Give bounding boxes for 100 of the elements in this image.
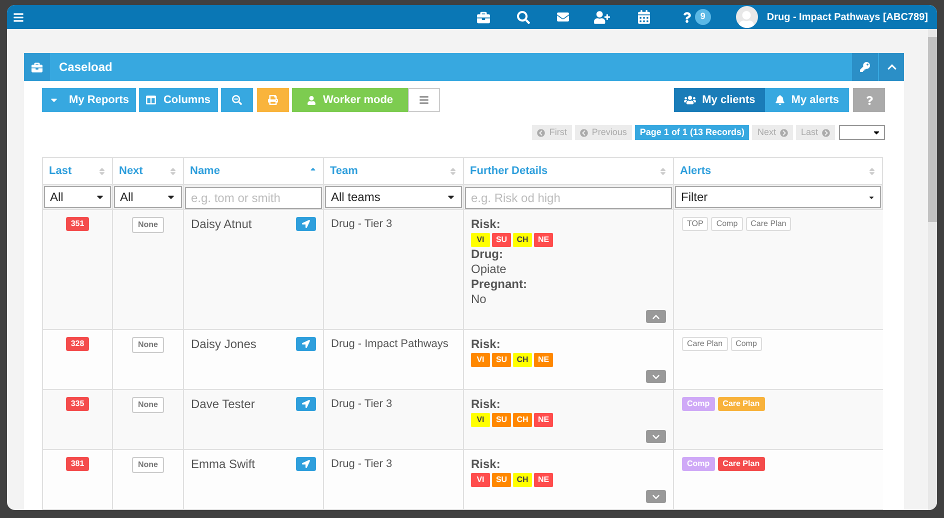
- team-name: Drug - Tier 3: [331, 217, 392, 231]
- team-name: Drug - Tier 3: [331, 457, 392, 471]
- filter-select[interactable]: Filter: [675, 186, 881, 208]
- chevron-down-icon: [652, 492, 660, 500]
- chevron-right-icon: [822, 128, 830, 136]
- filter-select[interactable]: All teams: [325, 186, 462, 208]
- detail-label: Drug:: [471, 247, 504, 262]
- chevron-left-icon: [537, 128, 546, 136]
- detail-value: No: [471, 292, 488, 307]
- days-badge: 335: [66, 397, 90, 411]
- team-name: Drug - Impact Pathways: [331, 337, 448, 351]
- days-badge: 381: [66, 457, 90, 471]
- envelope-icon[interactable]: [556, 11, 570, 23]
- risk-tag: VI: [471, 413, 490, 427]
- view-tab[interactable]: My clients: [674, 88, 766, 112]
- my-reports-button[interactable]: My Reports: [42, 88, 136, 112]
- alert-tag: Care Plan: [682, 337, 728, 351]
- alert-tag: TOP: [682, 217, 708, 231]
- zoom-out-button[interactable]: [221, 88, 253, 112]
- menu-button[interactable]: [408, 88, 440, 112]
- print-button[interactable]: [257, 88, 289, 112]
- expand-button[interactable]: [646, 490, 666, 503]
- chevron-right-icon: [780, 128, 788, 136]
- next-badge: None: [132, 217, 164, 233]
- expand-button[interactable]: [646, 370, 666, 383]
- zoom-out-icon: [232, 95, 242, 105]
- chevron-up-icon: [886, 62, 896, 72]
- help-icon: [866, 96, 872, 104]
- key-button[interactable]: [852, 53, 878, 81]
- caret-icon: [868, 194, 875, 200]
- alert-tag: Care Plan: [718, 457, 765, 471]
- columns-button[interactable]: Columns: [139, 88, 218, 112]
- risk-tag: VI: [471, 233, 490, 247]
- help-button[interactable]: [853, 88, 885, 112]
- search-icon[interactable]: [516, 10, 530, 24]
- expand-button[interactable]: [646, 430, 666, 443]
- briefcase-icon[interactable]: [476, 10, 491, 24]
- risk-label: Risk:: [471, 217, 502, 232]
- view-tab[interactable]: My alerts: [765, 88, 849, 112]
- risk-tag: SU: [492, 413, 511, 427]
- help-count-badge: 9: [694, 9, 711, 25]
- risk-tag: NE: [534, 413, 553, 427]
- risk-tag: SU: [492, 473, 511, 487]
- days-badge: 351: [66, 217, 90, 231]
- risk-tag: NE: [534, 233, 553, 247]
- alert-tag: Care Plan: [746, 217, 792, 231]
- filter-select[interactable]: All: [114, 186, 182, 208]
- help-icon[interactable]: [682, 12, 691, 22]
- panel-title: Caseload: [59, 59, 114, 76]
- menu-icon: [419, 95, 429, 105]
- risk-tag: NE: [534, 353, 553, 367]
- avatar-icon[interactable]: [736, 6, 758, 28]
- risk-tag: NE: [534, 473, 553, 487]
- client-name[interactable]: Dave Tester: [191, 397, 255, 411]
- filter-field[interactable]: e.g. Risk od high: [465, 187, 672, 209]
- risk-tag: VI: [471, 353, 490, 367]
- user-plus-icon[interactable]: [594, 10, 610, 24]
- page-button[interactable]: Page 1 of 1 (13 Records): [634, 125, 750, 140]
- chevron-down-icon: [652, 432, 660, 440]
- filter-field[interactable]: e.g. tom or smith: [185, 187, 322, 209]
- columns-icon: [146, 95, 156, 105]
- days-badge: 328: [66, 337, 90, 351]
- page-size-select[interactable]: [839, 125, 885, 140]
- risk-tag: CH: [513, 353, 532, 367]
- risk-tag: SU: [492, 233, 511, 247]
- risk-tag: CH: [513, 233, 532, 247]
- filter-select[interactable]: All: [44, 186, 111, 208]
- risk-label: Risk:: [471, 337, 502, 352]
- alert-tag: Comp: [682, 457, 715, 471]
- detail-label: Pregnant:: [471, 277, 528, 292]
- briefcase-icon: [31, 62, 43, 72]
- next-badge: None: [132, 457, 164, 473]
- client-name[interactable]: Daisy Jones: [191, 337, 256, 351]
- user-icon: [306, 96, 316, 104]
- chevron-left-icon: [580, 128, 588, 136]
- risk-tag: SU: [492, 353, 511, 367]
- worker-mode-button[interactable]: Worker mode: [292, 88, 408, 112]
- client-name[interactable]: Daisy Atnut: [191, 217, 252, 231]
- alert-tag: Comp: [730, 337, 762, 351]
- next-badge: None: [132, 397, 164, 413]
- client-name[interactable]: Emma Swift: [191, 457, 256, 471]
- users-icon: [684, 95, 696, 105]
- team-name: Drug - Tier 3: [331, 397, 392, 411]
- chevron-down-icon: [652, 372, 660, 380]
- calendar-icon[interactable]: [638, 10, 650, 24]
- risk-tag: CH: [513, 413, 532, 427]
- menu-icon[interactable]: [13, 12, 24, 22]
- user-label[interactable]: Drug - Impact Pathways [ABC789]: [766, 10, 928, 24]
- alert-tag: Comp: [711, 217, 743, 231]
- alert-tag: Comp: [682, 397, 715, 411]
- next-badge: None: [132, 337, 164, 353]
- risk-tag: CH: [513, 473, 532, 487]
- key-icon: [860, 62, 870, 72]
- collapse-button[interactable]: [878, 53, 904, 81]
- print-icon: [268, 95, 278, 105]
- detail-value: Opiate: [471, 262, 508, 277]
- risk-label: Risk:: [471, 397, 502, 412]
- expand-button[interactable]: [646, 310, 666, 323]
- chevron-up-icon: [652, 312, 660, 320]
- bell-icon: [775, 95, 786, 105]
